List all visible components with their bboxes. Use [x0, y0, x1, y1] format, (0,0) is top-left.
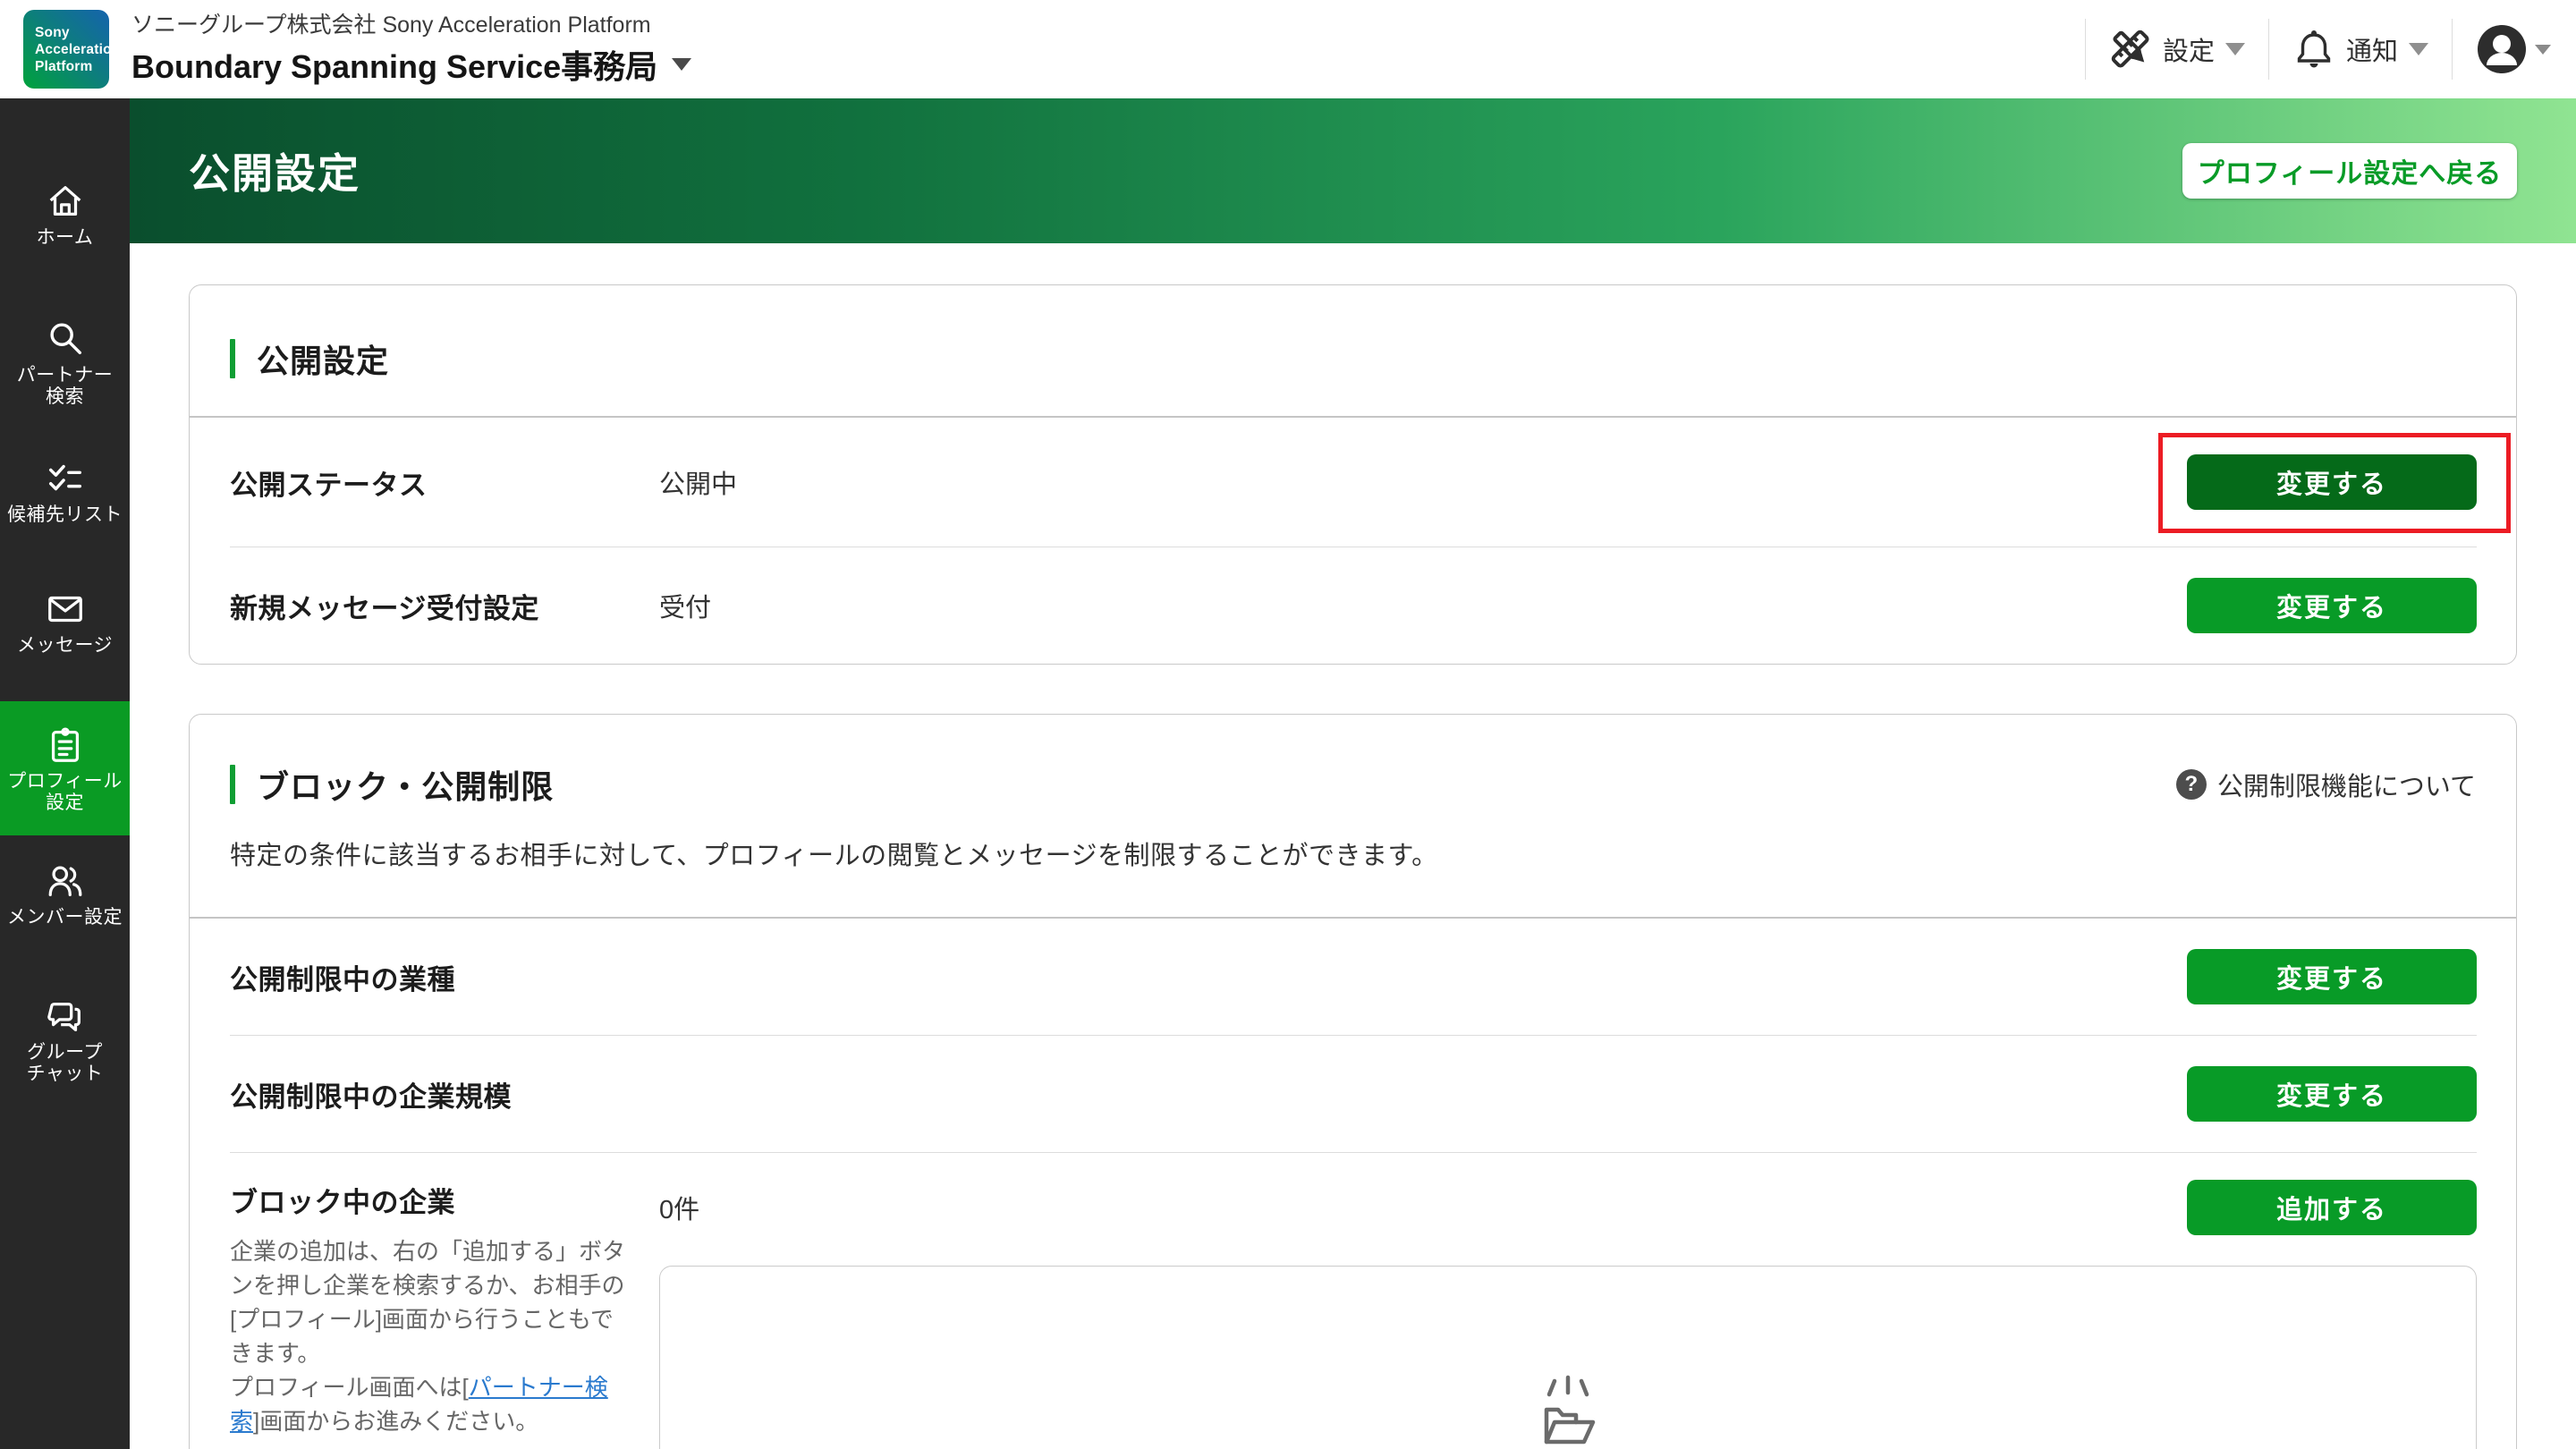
change-publish-status-button[interactable]: 変更する [2187, 454, 2477, 510]
row-label: ブロック中の企業 [230, 1180, 659, 1220]
section-accent-bar [230, 765, 235, 804]
sidebar-item-candidate-list[interactable]: 候補先リスト [0, 458, 130, 526]
section-title-block: ブロック・公開制限 [230, 761, 554, 808]
sidebar-item-label: グループ [27, 1042, 104, 1063]
sidebar-item-partner-search[interactable]: パートナー 検索 [0, 318, 130, 408]
divider [2268, 19, 2269, 80]
sidebar-item-profile-settings[interactable]: プロフィール 設定 [0, 701, 130, 835]
block-restriction-card: ブロック・公開制限 ? 公開制限機能について 特定の条件に該当するお相手に対して… [189, 714, 2517, 1449]
chevron-down-icon [2409, 43, 2428, 55]
account-switcher[interactable]: Boundary Spanning Service事務局 [131, 41, 691, 88]
bell-icon [2292, 28, 2335, 71]
profile-menu[interactable] [2476, 23, 2551, 75]
sidebar-item-messages[interactable]: メッセージ [0, 589, 130, 657]
chevron-down-icon [2225, 43, 2245, 55]
row-label: 公開ステータス [230, 462, 659, 503]
add-blocked-company-button[interactable]: 追加する [2187, 1180, 2477, 1235]
settings-menu[interactable]: 設定 [2109, 28, 2245, 71]
chevron-down-icon [2535, 45, 2551, 55]
publish-status-value: 公開中 [659, 463, 2187, 501]
sidebar-item-group-chat[interactable]: グループ チャット [0, 996, 130, 1085]
row-blocked-companies: ブロック中の企業 企業の追加は、右の「追加する」ボタンを押し企業を検索するか、お… [190, 1153, 2516, 1449]
notifications-menu[interactable]: 通知 [2292, 28, 2428, 71]
page-title: 公開設定 [189, 141, 360, 200]
message-reception-value: 受付 [659, 587, 2187, 624]
account-block: ソニーグループ株式会社 Sony Acceleration Platform B… [131, 12, 691, 88]
chat-bubbles-icon [45, 996, 86, 1037]
sidebar-item-label: パートナー [17, 365, 114, 386]
row-label: 新規メッセージ受付設定 [230, 586, 659, 626]
notifications-label: 通知 [2346, 30, 2398, 68]
row-message-reception: 新規メッセージ受付設定 受付 変更する [190, 547, 2516, 664]
change-restricted-industries-button[interactable]: 変更する [2187, 949, 2477, 1004]
top-bar: Sony Acceleration Platform ソニーグループ株式会社 S… [0, 0, 2576, 98]
sidebar-item-member-settings[interactable]: メンバー設定 [0, 860, 130, 928]
sidebar-item-label: 検索 [17, 386, 114, 408]
top-bar-actions: 設定 通知 [2062, 19, 2551, 80]
back-to-profile-settings-button[interactable]: プロフィール設定へ戻る [2182, 143, 2517, 199]
search-icon [45, 318, 86, 360]
blocked-companies-empty-panel [659, 1266, 2477, 1449]
org-name: ソニーグループ株式会社 Sony Acceleration Platform [131, 12, 691, 38]
sony-acceleration-platform-logo[interactable]: Sony Acceleration Platform [23, 10, 109, 89]
blocked-companies-count: 0件 [659, 1189, 699, 1226]
chevron-down-icon [672, 58, 691, 71]
sidebar-item-label: メッセージ [17, 635, 113, 657]
logo-line: Acceleration [35, 41, 109, 58]
logo-line: Sony [35, 24, 109, 41]
row-label: 公開制限中の業種 [230, 957, 659, 997]
home-icon [45, 181, 86, 222]
empty-folder-icon [1525, 1372, 1611, 1449]
row-restricted-company-size: 公開制限中の企業規模 変更する [190, 1036, 2516, 1152]
section-accent-bar [230, 339, 235, 378]
clipboard-icon [45, 724, 86, 766]
ruler-pencil-icon [2109, 28, 2152, 71]
main-content: 公開設定 公開ステータス 公開中 変更する 新規メッセージ受付設定 受付 変更す… [130, 243, 2576, 1449]
checklist-icon [45, 458, 86, 499]
section-description: 特定の条件に該当するお相手に対して、プロフィールの閲覧とメッセージを制限すること… [230, 835, 2476, 872]
change-restricted-company-size-button[interactable]: 変更する [2187, 1066, 2477, 1122]
divider [2085, 19, 2086, 80]
question-icon: ? [2176, 769, 2207, 800]
members-icon [45, 860, 86, 902]
row-label: 公開制限中の企業規模 [230, 1074, 659, 1114]
page-header-band: 公開設定 プロフィール設定へ戻る [130, 98, 2576, 243]
sidebar-item-label: チャット [27, 1063, 104, 1085]
logo-line: Platform [35, 58, 109, 75]
sidebar-item-home[interactable]: ホーム [0, 181, 130, 249]
envelope-icon [45, 589, 86, 630]
sidebar-item-label: 候補先リスト [7, 504, 123, 526]
section-title-publish: 公開設定 [230, 335, 389, 382]
sidebar-item-label: プロフィール [7, 771, 123, 792]
sidebar-item-label: 設定 [7, 792, 123, 814]
divider [2452, 19, 2453, 80]
avatar-icon [2476, 23, 2528, 75]
row-restricted-industries: 公開制限中の業種 変更する [190, 919, 2516, 1035]
publish-settings-card: 公開設定 公開ステータス 公開中 変更する 新規メッセージ受付設定 受付 変更す… [189, 284, 2517, 665]
sidebar-item-label: ホーム [37, 227, 94, 249]
account-name: Boundary Spanning Service事務局 [131, 41, 657, 88]
settings-label: 設定 [2163, 30, 2215, 68]
blocked-companies-help-text: 企業の追加は、右の「追加する」ボタンを押し企業を検索するか、お相手の[プロフィー… [230, 1234, 634, 1438]
sidebar-item-label: メンバー設定 [7, 907, 123, 928]
row-publish-status: 公開ステータス 公開中 変更する [190, 418, 2516, 547]
sidebar: ホーム パートナー 検索 候補先リスト [0, 98, 130, 1449]
change-message-reception-button[interactable]: 変更する [2187, 578, 2477, 633]
restriction-help-link[interactable]: ? 公開制限機能について [2176, 766, 2476, 803]
